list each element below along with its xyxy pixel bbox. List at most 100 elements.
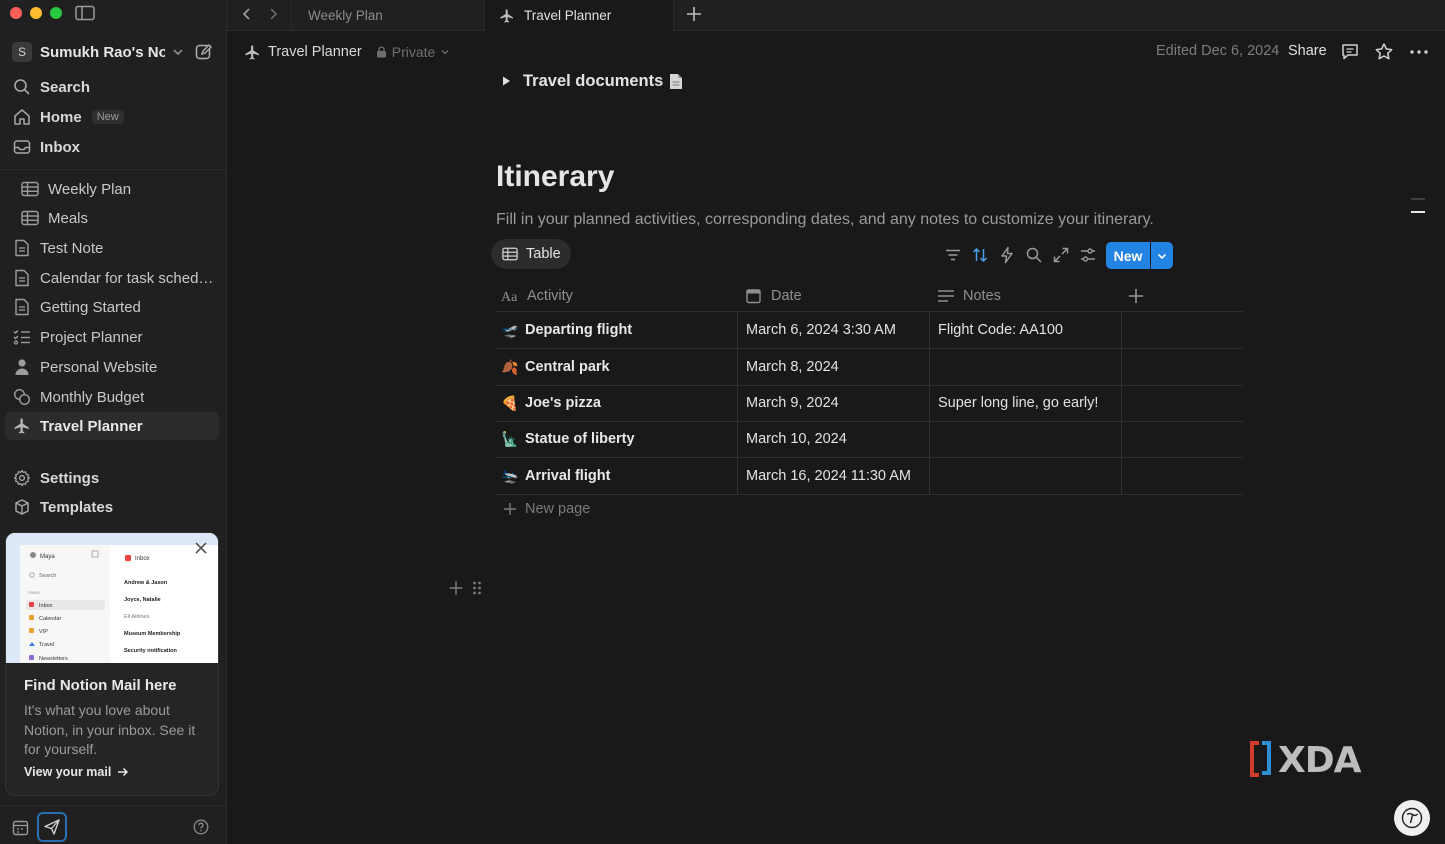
sidebar-item-settings[interactable]: Settings bbox=[5, 464, 219, 492]
activity-cell[interactable]: 🛫 Departing flight bbox=[495, 312, 737, 348]
view-mail-link[interactable]: View your mail bbox=[24, 765, 129, 779]
tab-label: Weekly Plan bbox=[308, 8, 383, 23]
activity-cell[interactable]: 🛬 Arrival flight bbox=[495, 458, 737, 494]
preview-sender: Joyce, Natalie bbox=[124, 597, 161, 603]
table-row[interactable]: 🍂 Central park March 8, 2024 bbox=[495, 349, 1243, 386]
column-header-activity[interactable]: Aa Activity bbox=[501, 279, 573, 312]
notes-cell[interactable]: Flight Code: AA100 bbox=[929, 312, 1121, 348]
new-row-dropdown[interactable] bbox=[1151, 242, 1173, 269]
table-row[interactable]: 🗽 Statue of liberty March 10, 2024 bbox=[495, 421, 1243, 458]
toggle-label: Travel documents bbox=[523, 71, 664, 90]
travel-documents-toggle[interactable]: Travel documents bbox=[500, 70, 683, 92]
activity-cell[interactable]: 🍂 Central park bbox=[495, 349, 737, 385]
star-icon[interactable] bbox=[1374, 42, 1394, 62]
promo-description: It's what you love about Notion, in your… bbox=[24, 702, 196, 757]
privacy-dropdown[interactable]: Private bbox=[376, 44, 451, 60]
date-cell[interactable]: March 16, 2024 11:30 AM bbox=[737, 458, 929, 494]
empty-cell[interactable] bbox=[1121, 458, 1243, 494]
sidebar-item-meals[interactable]: Meals bbox=[5, 204, 219, 232]
tab-label: Travel Planner bbox=[524, 8, 612, 23]
activity-cell[interactable]: 🗽 Statue of liberty bbox=[495, 421, 737, 457]
back-arrow-icon[interactable] bbox=[239, 6, 255, 22]
sidebar-item-search[interactable]: Search bbox=[5, 73, 219, 101]
notes-cell[interactable] bbox=[929, 349, 1121, 385]
sidebar-item-weekly-plan[interactable]: Weekly Plan bbox=[5, 175, 219, 203]
filter-icon[interactable] bbox=[944, 246, 962, 264]
sidebar-item-label: Templates bbox=[40, 498, 114, 516]
sidebar-item-travel-planner[interactable]: Travel Planner bbox=[5, 412, 219, 440]
sort-icon[interactable] bbox=[971, 246, 989, 264]
automation-icon[interactable] bbox=[998, 246, 1016, 264]
edited-timestamp: Edited Dec 6, 2024 bbox=[1156, 43, 1280, 59]
sidebar-toggle-icon[interactable] bbox=[75, 5, 95, 21]
toggle-triangle-icon[interactable] bbox=[500, 75, 512, 87]
column-header-notes[interactable]: Notes bbox=[937, 279, 1001, 312]
empty-cell[interactable] bbox=[1121, 385, 1243, 421]
database-title[interactable]: Itinerary bbox=[496, 160, 614, 194]
table-row[interactable]: 🍕 Joe's pizza March 9, 2024 Super long li… bbox=[495, 385, 1243, 422]
minimize-window-button[interactable] bbox=[30, 7, 42, 19]
sidebar-item-home[interactable]: Home New bbox=[5, 103, 219, 131]
sidebar-item-inbox[interactable]: Inbox bbox=[5, 133, 219, 161]
mail-preview-image: Maya Search Views Inbox Calendar VIP Tra… bbox=[6, 533, 218, 663]
maximize-window-button[interactable] bbox=[50, 7, 62, 19]
share-button[interactable]: Share bbox=[1288, 43, 1327, 59]
table-row[interactable]: 🛬 Arrival flight March 16, 2024 11:30 AM bbox=[495, 458, 1243, 495]
expand-icon[interactable] bbox=[1052, 246, 1070, 264]
arrival-icon: 🛬 bbox=[501, 467, 519, 484]
templates-icon bbox=[13, 498, 31, 516]
sidebar-item-label: Travel Planner bbox=[40, 417, 143, 435]
breadcrumb[interactable]: Travel Planner Private bbox=[244, 42, 450, 62]
comment-icon[interactable] bbox=[1340, 42, 1360, 62]
close-window-button[interactable] bbox=[10, 7, 22, 19]
calendar-app-icon[interactable] bbox=[12, 819, 29, 836]
preview-sender: Eli Airlines bbox=[124, 614, 150, 620]
date-cell[interactable]: March 9, 2024 bbox=[737, 385, 929, 421]
more-options-icon[interactable] bbox=[1409, 42, 1429, 62]
database-description[interactable]: Fill in your planned activities, corresp… bbox=[496, 211, 1154, 229]
tab-weekly-plan[interactable]: Weekly Plan bbox=[291, 0, 484, 31]
view-mail-label: View your mail bbox=[24, 765, 112, 779]
forward-arrow-icon[interactable] bbox=[265, 6, 281, 22]
xda-watermark-logo: XDA bbox=[1250, 740, 1363, 780]
preview-search: Search bbox=[39, 573, 56, 579]
empty-cell[interactable] bbox=[1121, 349, 1243, 385]
add-property-icon[interactable] bbox=[1128, 288, 1144, 304]
tab-travel-planner[interactable]: Travel Planner bbox=[484, 0, 674, 31]
search-icon[interactable] bbox=[1025, 246, 1043, 264]
settings-sliders-icon[interactable] bbox=[1079, 246, 1097, 264]
notes-cell[interactable] bbox=[929, 421, 1121, 457]
notes-cell[interactable] bbox=[929, 458, 1121, 494]
table-row[interactable]: 🛫 Departing flight March 6, 2024 3:30 AM … bbox=[495, 312, 1243, 349]
sidebar-item-test-note[interactable]: Test Note bbox=[5, 234, 219, 262]
new-page-row[interactable]: New page bbox=[503, 501, 590, 517]
help-icon[interactable] bbox=[193, 819, 209, 835]
empty-cell[interactable] bbox=[1121, 312, 1243, 348]
mail-app-button[interactable] bbox=[37, 812, 67, 842]
close-icon[interactable] bbox=[194, 541, 208, 555]
add-block-icon[interactable] bbox=[448, 580, 464, 596]
sidebar-item-monthly-budget[interactable]: Monthly Budget bbox=[5, 383, 219, 411]
date-cell[interactable]: March 10, 2024 bbox=[737, 421, 929, 457]
date-cell[interactable]: March 8, 2024 bbox=[737, 349, 929, 385]
new-badge: New bbox=[91, 110, 124, 124]
sidebar-item-project-planner[interactable]: Project Planner bbox=[5, 323, 219, 351]
notion-ai-button[interactable] bbox=[1394, 800, 1430, 836]
notes-cell[interactable]: Super long line, go early! bbox=[929, 385, 1121, 421]
activity-cell[interactable]: 🍕 Joe's pizza bbox=[495, 385, 737, 421]
sidebar-item-calendar[interactable]: Calendar for task schedu... bbox=[5, 264, 219, 292]
table-of-contents-indicator[interactable] bbox=[1410, 196, 1426, 216]
new-row-button[interactable]: New bbox=[1106, 242, 1150, 269]
sidebar-item-getting-started[interactable]: Getting Started bbox=[5, 293, 219, 321]
drag-handle-icon[interactable] bbox=[472, 580, 482, 596]
sidebar-item-templates[interactable]: Templates bbox=[5, 493, 219, 521]
view-tab-table[interactable]: Table bbox=[491, 239, 571, 269]
home-icon bbox=[13, 108, 31, 126]
column-header-date[interactable]: Date bbox=[745, 279, 802, 312]
sidebar-item-personal-website[interactable]: Personal Website bbox=[5, 353, 219, 381]
date-cell[interactable]: March 6, 2024 3:30 AM bbox=[737, 312, 929, 348]
new-tab-icon[interactable] bbox=[685, 5, 703, 23]
workspace-switcher[interactable]: S Sumukh Rao's No... bbox=[12, 40, 217, 64]
empty-cell[interactable] bbox=[1121, 421, 1243, 457]
new-page-icon[interactable] bbox=[195, 43, 213, 61]
